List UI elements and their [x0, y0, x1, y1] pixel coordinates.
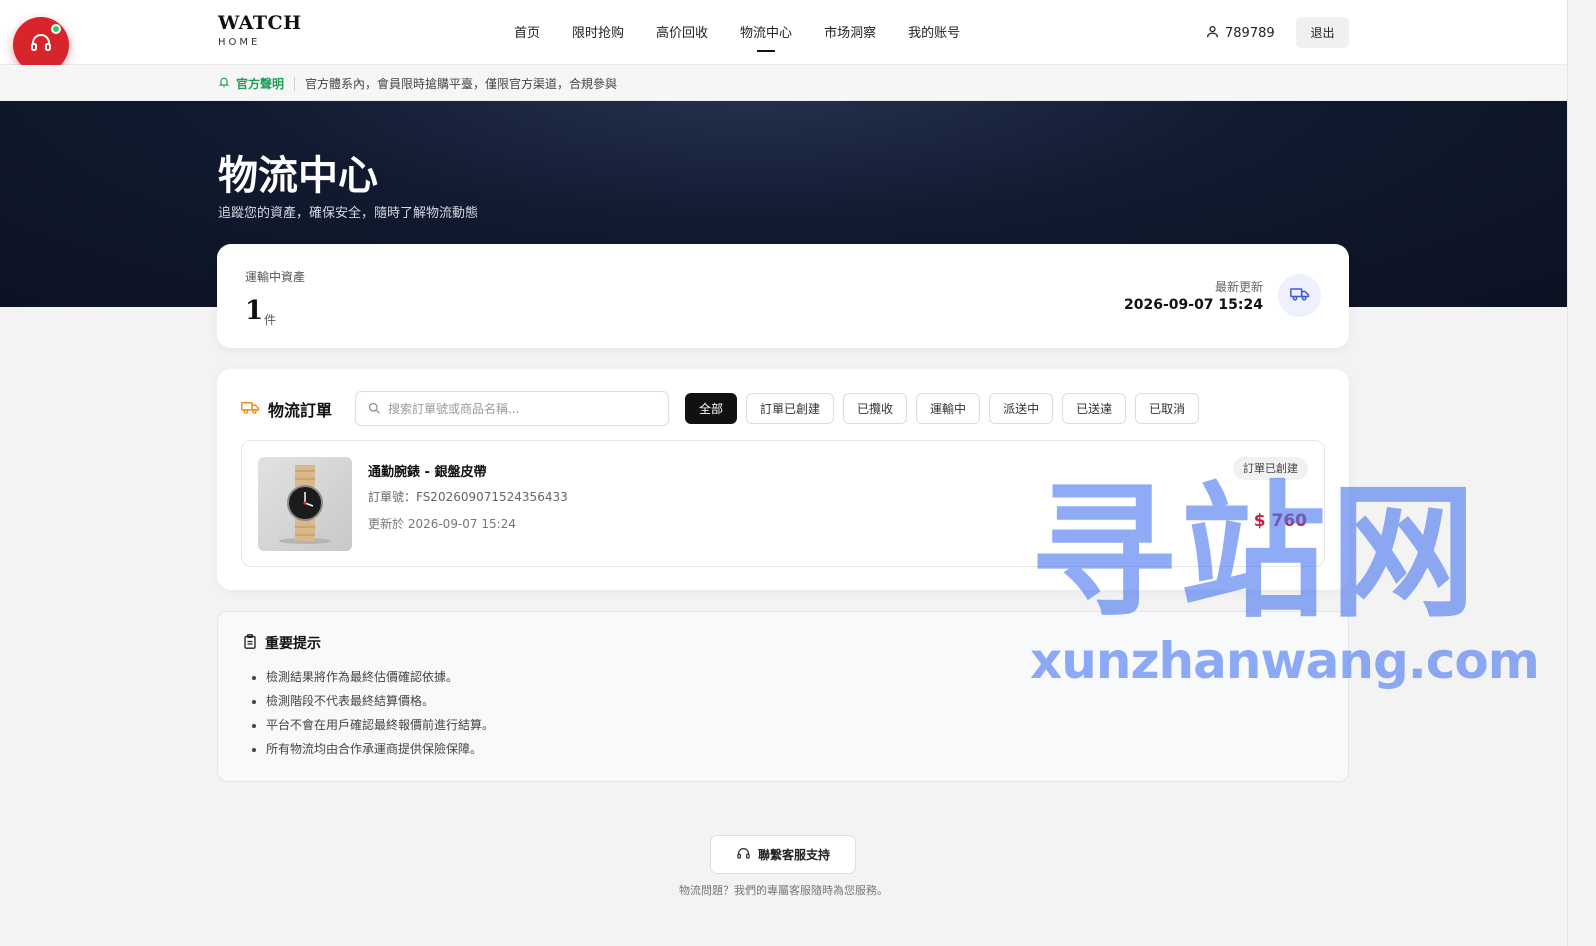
- nav-item-flash-sale[interactable]: 限时抢购: [572, 22, 624, 52]
- page-subtitle: 追蹤您的資產，確保安全，隨時了解物流動態: [218, 206, 479, 221]
- updated-value: 2026-09-07 15:24: [1124, 297, 1263, 313]
- notice-text: 官方體系內，會員限時搶購平臺，僅限官方渠道，合規參與: [305, 77, 618, 91]
- tip-item: 所有物流均由合作承運商提供保險保障。: [266, 741, 494, 765]
- search-icon: [368, 399, 380, 418]
- notice-bar: 官方聲明 官方體系內，會員限時搶購平臺，僅限官方渠道，合規參與: [0, 65, 1567, 101]
- transit-stats-card: 運輸中資產 1 件 最新更新 2026-09-07 15:24: [217, 244, 1349, 348]
- tip-item: 檢測結果將作為最終估價確認依據。: [266, 669, 494, 693]
- truck-icon: [241, 400, 260, 419]
- logistics-orders-card: 物流訂單 全部 訂單已創建 已攬收 運輸中 派送中 已送達 已取消: [217, 369, 1349, 590]
- brand-name: WATCH: [218, 12, 302, 34]
- nav-item-home[interactable]: 首页: [514, 22, 540, 52]
- order-product-name: 通勤腕錶 - 銀盤皮帶: [368, 465, 487, 480]
- clipboard-icon: [243, 633, 257, 653]
- filter-created[interactable]: 訂單已創建: [746, 393, 835, 424]
- watch-product-image: [258, 457, 352, 551]
- status-filters: 全部 訂單已創建 已攬收 運輸中 派送中 已送達 已取消: [685, 393, 1200, 424]
- tip-item: 平台不會在用戶確認最終報價前進行結算。: [266, 717, 494, 741]
- headset-icon: [736, 846, 751, 863]
- logout-button[interactable]: 退出: [1296, 17, 1349, 48]
- footer-note: 物流問題？我們的專屬客服隨時為您服務。: [679, 884, 888, 897]
- filter-all[interactable]: 全部: [685, 393, 738, 424]
- truck-icon: [1289, 286, 1310, 306]
- user-menu[interactable]: 789789: [1206, 25, 1275, 42]
- nav-item-recycle[interactable]: 高价回收: [656, 22, 708, 52]
- main-nav: 首页 限时抢购 高价回收 物流中心 市场洞察 我的账号: [514, 22, 992, 52]
- tips-header: 重要提示: [243, 633, 321, 653]
- order-search: [355, 391, 669, 426]
- filter-delivered[interactable]: 已送達: [1062, 393, 1127, 424]
- nav-item-market[interactable]: 市场洞察: [824, 22, 876, 52]
- user-id: 789789: [1225, 26, 1275, 41]
- order-updated-time: 更新於 2026-09-07 15:24: [368, 517, 516, 531]
- brand-sub: HOME: [218, 37, 261, 48]
- order-status-badge: 訂單已創建: [1233, 457, 1308, 480]
- tips-list: 檢測結果將作為最終估價確認依據。 檢測階段不代表最終結算價格。 平台不會在用戶確…: [266, 669, 494, 765]
- orders-title: 物流訂單: [268, 401, 333, 420]
- filter-delivering[interactable]: 派送中: [989, 393, 1054, 424]
- notice-divider: [294, 76, 296, 91]
- filter-cancelled[interactable]: 已取消: [1135, 393, 1200, 424]
- tip-item: 檢測階段不代表最終結算價格。: [266, 693, 494, 717]
- important-tips: 重要提示 檢測結果將作為最終估價確認依據。 檢測階段不代表最終結算價格。 平台不…: [217, 611, 1349, 782]
- transit-label: 運輸中資產: [245, 270, 306, 284]
- brand-logo[interactable]: WATCH HOME: [218, 14, 302, 48]
- top-navbar: WATCH HOME 首页 限时抢购 高价回收 物流中心 市场洞察 我的账号 7…: [0, 0, 1567, 65]
- online-dot: [51, 24, 61, 34]
- filter-in-transit[interactable]: 運輸中: [916, 393, 981, 424]
- order-price: $ 760: [1253, 511, 1307, 531]
- page-title: 物流中心: [218, 152, 378, 199]
- order-row[interactable]: 通勤腕錶 - 銀盤皮帶 訂單號：FS202609071524356433 更新於…: [241, 440, 1325, 567]
- nav-item-account[interactable]: 我的账号: [908, 22, 960, 52]
- truck-badge: [1278, 274, 1321, 317]
- search-input[interactable]: [388, 401, 648, 416]
- user-icon: [1206, 25, 1219, 42]
- nav-item-logistics[interactable]: 物流中心: [740, 22, 792, 52]
- bell-icon: [218, 76, 230, 91]
- transit-count: 1: [245, 296, 264, 326]
- contact-support-label: 聯繫客服支持: [757, 848, 830, 862]
- transit-unit: 件: [264, 313, 277, 327]
- updated-label: 最新更新: [1214, 280, 1263, 294]
- orders-header: 物流訂單: [241, 397, 332, 421]
- filter-picked-up[interactable]: 已攬收: [843, 393, 908, 424]
- headset-icon: [29, 31, 53, 59]
- order-number: 訂單號：FS202609071524356433: [368, 490, 568, 504]
- tips-title: 重要提示: [265, 636, 321, 652]
- window-scrollbar[interactable]: [1567, 0, 1596, 946]
- contact-support-button[interactable]: 聯繫客服支持: [710, 835, 856, 874]
- notice-label: 官方聲明: [236, 77, 285, 91]
